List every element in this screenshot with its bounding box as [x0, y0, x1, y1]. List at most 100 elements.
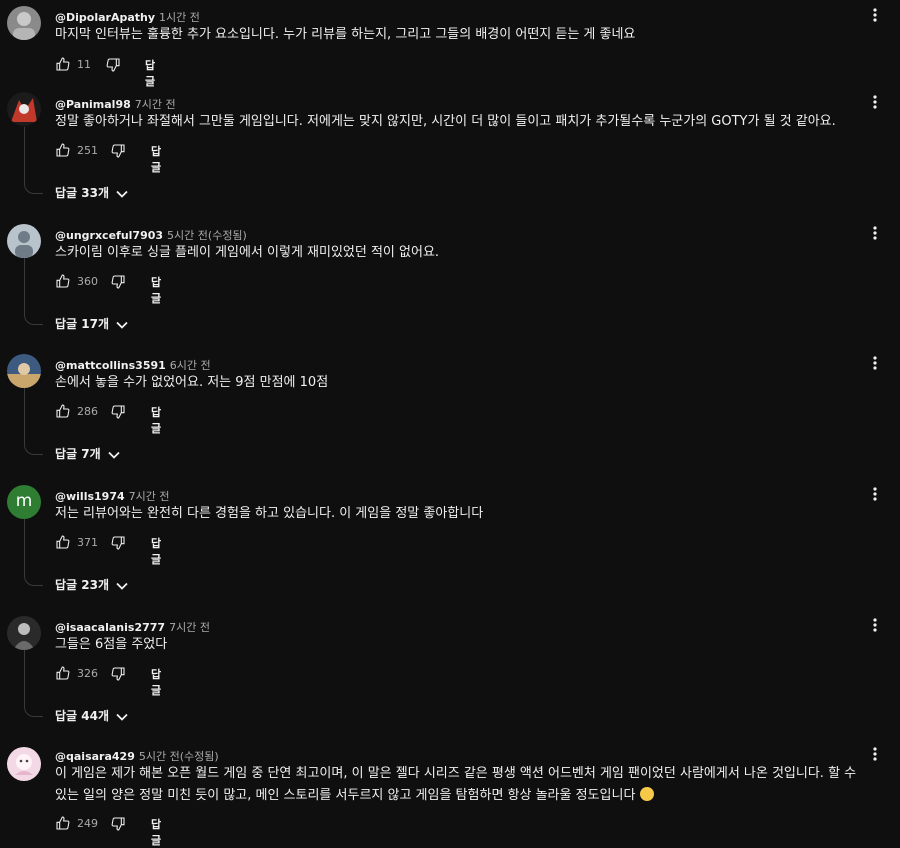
like-icon[interactable]	[55, 56, 71, 72]
show-replies-button[interactable]: 답글 23개	[55, 576, 129, 593]
comment-time[interactable]: 5시간 전(수정됨)	[139, 750, 219, 763]
comment-meta: @Panimal98 7시간 전	[55, 96, 176, 112]
show-replies-button[interactable]: 답글 17개	[55, 315, 129, 332]
avatar[interactable]	[7, 354, 41, 388]
comment-time[interactable]: 5시간 전(수정됨)	[167, 229, 247, 242]
like-count: 360	[77, 275, 98, 288]
thread-line	[24, 127, 25, 179]
more-vert-icon[interactable]	[867, 94, 883, 110]
like-count: 371	[77, 536, 98, 549]
comment-meta: @ungrxceful7903 5시간 전(수정됨)	[55, 227, 247, 243]
thread-line	[24, 388, 25, 440]
comment-text: 그들은 6점을 주었다	[55, 637, 168, 652]
avatar[interactable]: m	[7, 485, 41, 519]
thread-line	[24, 519, 25, 571]
show-replies-button[interactable]: 답글 7개	[55, 445, 121, 462]
avatar[interactable]	[7, 224, 41, 258]
thread-line	[24, 650, 25, 702]
like-icon[interactable]	[55, 815, 71, 831]
comment-text: 정말 좋아하거나 좌절해서 그만둘 게임입니다. 저에게는 맞지 않지만, 시간…	[55, 114, 836, 129]
dislike-icon[interactable]	[110, 816, 126, 832]
comment: @Panimal98 7시간 전 정말 좋아하거나 좌절해서 그만둘 게임입니다.…	[0, 87, 900, 207]
show-replies-button[interactable]: 답글 44개	[55, 707, 129, 724]
comment-time[interactable]: 7시간 전	[129, 490, 170, 503]
replies-count: 답글 7개	[55, 447, 101, 461]
more-vert-icon[interactable]	[867, 486, 883, 502]
comment-author[interactable]: @isaacalanis2777	[55, 621, 165, 634]
like-count: 11	[77, 58, 91, 71]
like-icon[interactable]	[55, 273, 71, 289]
comment-meta: @qaisara429 5시간 전(수정됨)	[55, 748, 219, 764]
smiling-face-emoji	[639, 787, 654, 801]
comment-author[interactable]: @wills1974	[55, 490, 125, 503]
comment: @ungrxceful7903 5시간 전(수정됨) 스카이림 이후로 싱글 플레…	[0, 218, 900, 338]
thread-line	[24, 258, 25, 310]
comment-author[interactable]: @mattcollins3591	[55, 359, 166, 372]
comment-meta: @mattcollins3591 6시간 전	[55, 357, 211, 373]
dislike-icon[interactable]	[110, 666, 126, 682]
reply-button[interactable]: 답글	[151, 274, 161, 306]
reply-button[interactable]: 답글	[151, 404, 161, 436]
like-count: 251	[77, 144, 98, 157]
like-count: 249	[77, 817, 98, 830]
like-count: 326	[77, 667, 98, 680]
like-count: 286	[77, 405, 98, 418]
comment-text: 스카이림 이후로 싱글 플레이 게임에서 이렇게 재미있었던 적이 없어요.	[55, 245, 440, 260]
show-replies-button[interactable]: 답글 33개	[55, 184, 129, 201]
more-vert-icon[interactable]	[867, 746, 883, 762]
like-icon[interactable]	[55, 665, 71, 681]
comment-time[interactable]: 7시간 전	[169, 621, 210, 634]
reply-button[interactable]: 답글	[145, 57, 155, 89]
comment-author[interactable]: @DipolarApathy	[55, 11, 155, 24]
dislike-icon[interactable]	[110, 535, 126, 551]
comment-time[interactable]: 1시간 전	[159, 11, 200, 24]
like-icon[interactable]	[55, 534, 71, 550]
more-vert-icon[interactable]	[867, 7, 883, 23]
comment-text-body: 이 게임은 제가 해본 오픈 월드 게임 중 단연 최고이며, 이 말은 젤다 …	[55, 766, 857, 803]
comment-text: 마지막 인터뷰는 훌륭한 추가 요소입니다. 누가 리뷰를 하는지, 그리고 그…	[55, 27, 636, 42]
comment-text: 저는 리뷰어와는 완전히 다른 경험을 하고 있습니다. 이 게임을 정말 좋아…	[55, 506, 484, 521]
comment-meta: @wills1974 7시간 전	[55, 488, 170, 504]
like-icon[interactable]	[55, 142, 71, 158]
reply-button[interactable]: 답글	[151, 535, 161, 567]
comment-author[interactable]: @qaisara429	[55, 750, 135, 763]
reply-button[interactable]: 답글	[151, 816, 161, 848]
replies-count: 답글 33개	[55, 186, 109, 200]
avatar[interactable]	[7, 747, 41, 781]
replies-count: 답글 44개	[55, 709, 109, 723]
chevron-down-icon	[116, 190, 128, 198]
more-vert-icon[interactable]	[867, 355, 883, 371]
dislike-icon[interactable]	[110, 143, 126, 159]
chevron-down-icon	[108, 451, 120, 459]
reply-button[interactable]: 답글	[151, 143, 161, 175]
comment-time[interactable]: 6시간 전	[170, 359, 211, 372]
thread-corner	[24, 440, 43, 455]
like-icon[interactable]	[55, 403, 71, 419]
comment-meta: @isaacalanis2777 7시간 전	[55, 619, 210, 635]
dislike-icon[interactable]	[105, 57, 121, 73]
comment-time[interactable]: 7시간 전	[135, 98, 176, 111]
avatar[interactable]	[7, 92, 41, 126]
dislike-icon[interactable]	[110, 404, 126, 420]
comment: @DipolarApathy 1시간 전 마지막 인터뷰는 훌륭한 추가 요소입니…	[0, 0, 900, 88]
reply-button[interactable]: 답글	[151, 666, 161, 698]
replies-count: 답글 17개	[55, 317, 109, 331]
chevron-down-icon	[116, 582, 128, 590]
comment-meta: @DipolarApathy 1시간 전	[55, 9, 200, 25]
chevron-down-icon	[116, 713, 128, 721]
avatar[interactable]	[7, 616, 41, 650]
avatar[interactable]	[7, 6, 41, 40]
comment-text: 손에서 놓을 수가 없었어요. 저는 9점 만점에 10점	[55, 375, 329, 390]
comment: @isaacalanis2777 7시간 전 그들은 6점을 주었다 326 답글…	[0, 610, 900, 730]
comment: m @wills1974 7시간 전 저는 리뷰어와는 완전히 다른 경험을 하고…	[0, 479, 900, 599]
thread-corner	[24, 310, 43, 325]
comment: @qaisara429 5시간 전(수정됨) 이 게임은 제가 해본 오픈 월드 …	[0, 741, 900, 847]
more-vert-icon[interactable]	[867, 225, 883, 241]
thread-corner	[24, 571, 43, 586]
comment-author[interactable]: @Panimal98	[55, 98, 131, 111]
comment-author[interactable]: @ungrxceful7903	[55, 229, 163, 242]
replies-count: 답글 23개	[55, 578, 109, 592]
chevron-down-icon	[116, 321, 128, 329]
more-vert-icon[interactable]	[867, 617, 883, 633]
dislike-icon[interactable]	[110, 274, 126, 290]
